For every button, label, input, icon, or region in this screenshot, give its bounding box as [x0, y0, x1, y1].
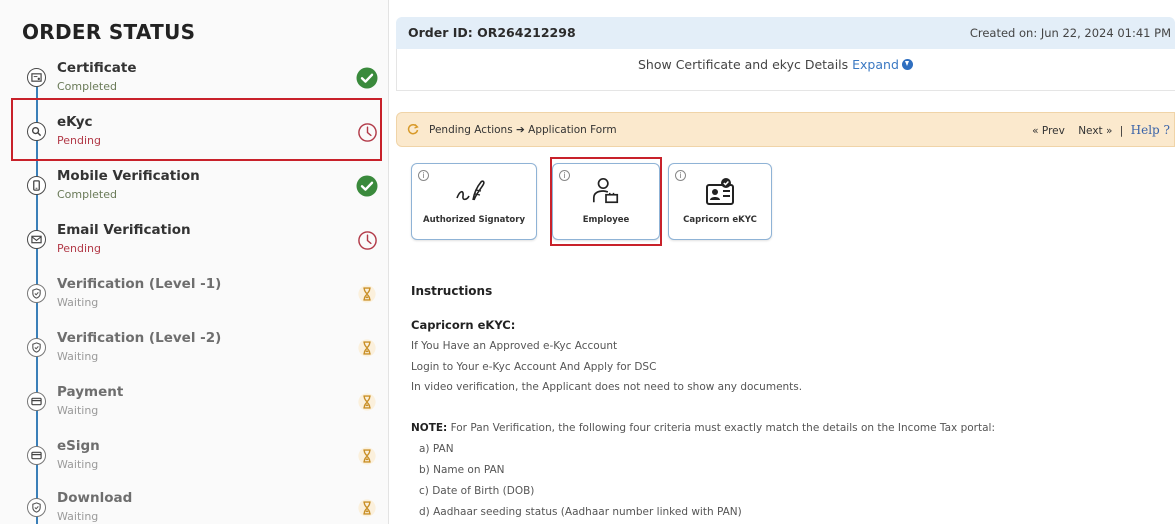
step-label: Verification (Level -1)	[57, 276, 222, 292]
hourglass-icon	[356, 337, 378, 359]
instruction-line: In video verification, the Applicant doe…	[411, 381, 803, 393]
clock-icon	[356, 229, 378, 251]
id-card-icon	[704, 176, 736, 212]
step-verification-level-1[interactable]: Verification (Level -1) Waiting	[14, 272, 384, 326]
step-mobile-verification[interactable]: Mobile Verification Completed	[14, 164, 384, 218]
card-label: Authorized Signatory	[423, 215, 525, 225]
card-icon	[27, 446, 46, 465]
instructions-section: Instructions Capricorn eKYC: If You Have…	[411, 284, 1171, 518]
main-panel: Order ID: OR264212298 Created on: Jun 22…	[396, 0, 1175, 524]
step-status: Completed	[57, 80, 117, 93]
step-payment[interactable]: Payment Waiting	[14, 380, 384, 434]
card-capricorn-ekyc[interactable]: i Capricorn eKYC	[668, 163, 772, 240]
certificate-details-label: Show Certificate and ekyc Details	[638, 57, 849, 72]
check-icon	[356, 175, 378, 197]
hourglass-icon	[356, 283, 378, 305]
step-label: eSign	[57, 438, 100, 454]
card-label: Capricorn eKYC	[683, 215, 757, 225]
shield-icon	[27, 338, 46, 357]
prev-link[interactable]: « Prev	[1032, 125, 1065, 137]
note-text: For Pan Verification, the following four…	[447, 422, 995, 434]
step-label: Payment	[57, 384, 124, 400]
hourglass-icon	[356, 445, 378, 467]
step-label: Verification (Level -2)	[57, 330, 222, 346]
expand-link[interactable]: Expand	[852, 57, 899, 72]
help-link[interactable]: Help ?	[1131, 123, 1170, 137]
hourglass-icon	[356, 391, 378, 413]
shield-icon	[27, 284, 46, 303]
step-download[interactable]: Download Waiting	[14, 486, 384, 524]
next-link[interactable]: Next »	[1078, 125, 1112, 137]
criteria-item: a) PAN	[419, 443, 454, 455]
pending-actions-breadcrumb: Pending Actions ➔ Application Form	[429, 124, 617, 136]
instruction-line: Login to Your e-Kyc Account And Apply fo…	[411, 361, 657, 373]
order-id: Order ID: OR264212298	[408, 25, 576, 40]
info-icon[interactable]: i	[675, 170, 686, 181]
mobile-icon	[27, 176, 46, 195]
criteria-item: c) Date of Birth (DOB)	[419, 485, 535, 497]
step-verification-level-2[interactable]: Verification (Level -2) Waiting	[14, 326, 384, 380]
step-status: Pending	[57, 242, 101, 255]
certificate-icon	[27, 68, 46, 87]
signature-icon	[454, 176, 494, 210]
step-label: Email Verification	[57, 222, 191, 238]
envelope-icon	[27, 230, 46, 249]
order-status-page: ORDER STATUS Certificate Completed eKyc …	[0, 0, 1175, 524]
pager-separator: |	[1119, 125, 1124, 137]
step-status: Waiting	[57, 350, 99, 363]
info-icon[interactable]: i	[418, 170, 429, 181]
note-label: NOTE:	[411, 422, 448, 434]
step-status: Waiting	[57, 510, 99, 523]
note-line: NOTE: For Pan Verification, the followin…	[411, 422, 995, 434]
step-status: Waiting	[57, 404, 99, 417]
step-status: Waiting	[57, 458, 99, 471]
step-status: Waiting	[57, 296, 99, 309]
step-label: Mobile Verification	[57, 168, 200, 184]
hourglass-icon	[356, 497, 378, 519]
shield-icon	[27, 498, 46, 517]
employee-highlight-box	[550, 157, 662, 246]
created-on: Created on: Jun 22, 2024 01:41 PM	[969, 26, 1171, 40]
criteria-item: d) Aadhaar seeding status (Aadhaar numbe…	[419, 506, 742, 518]
order-header: Order ID: OR264212298 Created on: Jun 22…	[396, 17, 1175, 49]
card-icon	[27, 392, 46, 411]
certificate-details-box: Show Certificate and ekyc Details Expand	[396, 49, 1175, 91]
step-email-verification[interactable]: Email Verification Pending	[14, 218, 384, 272]
certificate-details-text: Show Certificate and ekyc Details Expand	[638, 57, 913, 72]
pager: « Prev Next » | Help ?	[1032, 123, 1170, 137]
check-icon	[356, 67, 378, 89]
sidebar-title: ORDER STATUS	[22, 20, 196, 44]
pending-actions-bar: Pending Actions ➔ Application Form « Pre…	[396, 112, 1175, 147]
step-esign[interactable]: eSign Waiting	[14, 434, 384, 488]
instructions-heading: Instructions	[411, 284, 493, 298]
order-status-sidebar: ORDER STATUS Certificate Completed eKyc …	[0, 0, 389, 524]
card-authorized-signatory[interactable]: i Authorized Signatory	[411, 163, 537, 240]
refresh-icon	[407, 123, 419, 135]
step-label: Download	[57, 490, 133, 506]
step-label: Certificate	[57, 60, 137, 76]
step-status: Completed	[57, 188, 117, 201]
instructions-subheading: Capricorn eKYC:	[411, 318, 516, 332]
ekyc-highlight-box	[11, 98, 382, 161]
criteria-item: b) Name on PAN	[419, 464, 505, 476]
expand-icon[interactable]	[901, 59, 913, 70]
instruction-line: If You Have an Approved e-Kyc Account	[411, 340, 618, 352]
